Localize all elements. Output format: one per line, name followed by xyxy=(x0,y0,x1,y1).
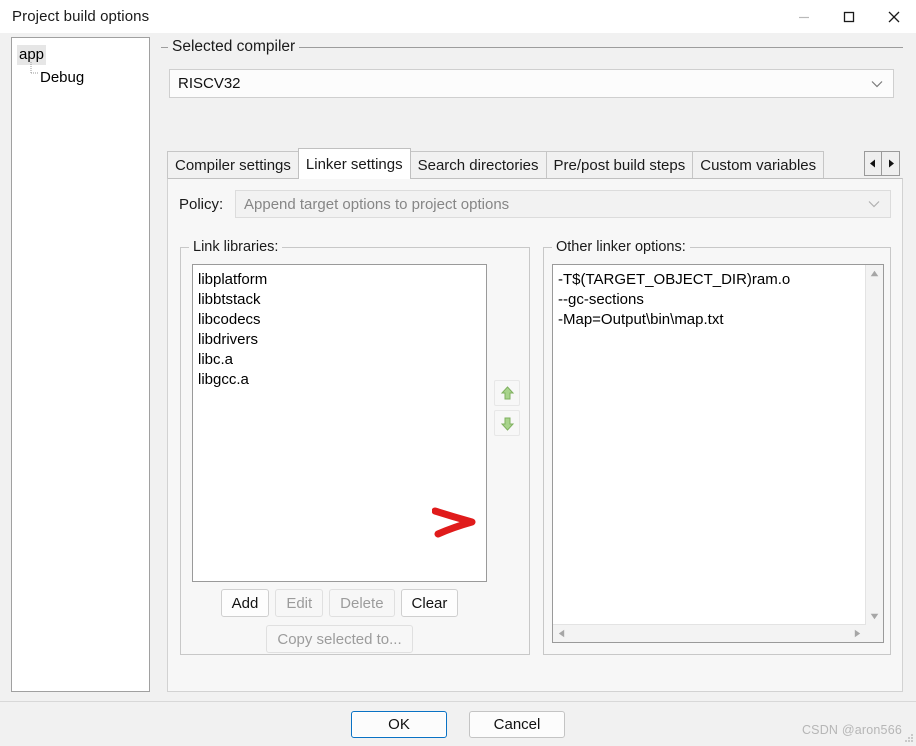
arrow-down-icon xyxy=(500,417,514,431)
selected-compiler-legend: Selected compiler xyxy=(168,38,300,56)
tab-compiler-settings[interactable]: Compiler settings xyxy=(167,151,299,179)
triangle-right-icon xyxy=(888,159,894,168)
tab-list: Compiler settings Linker settings Search… xyxy=(167,148,825,179)
footer-buttons: OK Cancel xyxy=(0,711,916,738)
tab-label: Search directories xyxy=(417,157,539,174)
triangle-right-icon xyxy=(854,629,861,638)
tab-pre-post-build-steps[interactable]: Pre/post build steps xyxy=(545,151,694,179)
title-bar: Project build options xyxy=(0,0,916,33)
triangle-left-icon xyxy=(558,629,565,638)
triangle-up-icon xyxy=(870,270,879,277)
ok-button[interactable]: OK xyxy=(351,711,447,738)
triangle-down-icon xyxy=(870,613,879,620)
option-line: -T$(TARGET_OBJECT_DIR)ram.o xyxy=(558,271,791,288)
tab-search-directories[interactable]: Search directories xyxy=(409,151,547,179)
watermark-text: CSDN @aron566 xyxy=(801,723,902,737)
main-region: Selected compiler RISCV32 Compiler setti… xyxy=(161,37,903,692)
reorder-controls xyxy=(494,380,520,440)
chevron-down-icon xyxy=(871,80,883,87)
list-item[interactable]: libdrivers xyxy=(198,330,486,350)
cancel-button[interactable]: Cancel xyxy=(469,711,565,738)
linker-settings-page: Policy: Append target options to project… xyxy=(167,178,903,692)
arrow-up-icon xyxy=(500,385,514,399)
tab-label: Compiler settings xyxy=(175,157,291,174)
move-up-button[interactable] xyxy=(494,380,520,406)
delete-button[interactable]: Delete xyxy=(329,589,395,617)
copy-selected-to-button[interactable]: Copy selected to... xyxy=(266,625,413,653)
option-line: --gc-sections xyxy=(558,291,644,308)
other-linker-options-content: -T$(TARGET_OBJECT_DIR)ram.o --gc-section… xyxy=(558,270,858,330)
tab-custom-variables[interactable]: Custom variables xyxy=(692,151,825,179)
compiler-select-value: RISCV32 xyxy=(178,75,241,92)
chevron-down-icon xyxy=(868,201,880,208)
move-down-button[interactable] xyxy=(494,410,520,436)
scrollbar-corner xyxy=(866,625,883,642)
link-libraries-group: Link libraries: libplatform libbtstack l… xyxy=(180,239,530,655)
tree-item-debug[interactable]: Debug xyxy=(40,68,84,88)
copy-selected-row: Copy selected to... xyxy=(192,625,487,653)
link-libraries-legend: Link libraries: xyxy=(189,239,283,255)
list-item[interactable]: libc.a xyxy=(198,350,486,370)
scroll-left-button[interactable] xyxy=(553,625,570,642)
project-tree[interactable]: app Debug xyxy=(11,37,150,692)
tree-connector-icon xyxy=(30,62,39,74)
maximize-button[interactable] xyxy=(826,0,871,33)
clear-button[interactable]: Clear xyxy=(400,589,459,617)
add-button[interactable]: Add xyxy=(220,589,270,617)
triangle-left-icon xyxy=(870,159,875,168)
selected-compiler-group: Selected compiler RISCV32 xyxy=(161,38,903,109)
tab-label: Linker settings xyxy=(305,155,403,173)
list-item[interactable]: libcodecs xyxy=(198,310,486,330)
close-button[interactable] xyxy=(871,0,916,33)
resize-grip-icon xyxy=(905,734,913,742)
compiler-select[interactable]: RISCV32 xyxy=(169,69,894,98)
scroll-down-button[interactable] xyxy=(866,608,883,625)
minimize-button[interactable] xyxy=(781,0,826,33)
policy-select[interactable]: Append target options to project options xyxy=(235,190,891,218)
tab-label: Pre/post build steps xyxy=(553,157,686,174)
other-linker-options-group: Other linker options: -T$(TARGET_OBJECT_… xyxy=(543,239,891,655)
tab-linker-settings[interactable]: Linker settings xyxy=(297,148,411,179)
window-title: Project build options xyxy=(12,8,150,25)
dialog-body: app Debug Selected compiler RISCV32 Comp… xyxy=(0,33,916,701)
tab-label: Custom variables xyxy=(700,157,817,174)
list-item[interactable]: libplatform xyxy=(198,270,486,290)
option-line: -Map=Output\bin\map.txt xyxy=(558,311,724,328)
list-item[interactable]: libgcc.a xyxy=(198,370,486,390)
scroll-up-button[interactable] xyxy=(866,265,883,282)
edit-button[interactable]: Edit xyxy=(275,589,324,617)
vertical-scrollbar[interactable] xyxy=(865,265,883,625)
other-linker-options-legend: Other linker options: xyxy=(552,239,690,255)
policy-label: Policy: xyxy=(179,196,224,213)
policy-select-value: Append target options to project options xyxy=(244,195,510,213)
window-controls xyxy=(781,0,916,33)
link-libraries-buttons: Add Edit Delete Clear xyxy=(192,589,487,617)
horizontal-scrollbar[interactable] xyxy=(553,624,866,642)
tab-scroll-left-button[interactable] xyxy=(865,152,882,175)
tab-scroll-right-button[interactable] xyxy=(882,152,899,175)
link-libraries-listbox[interactable]: libplatform libbtstack libcodecs libdriv… xyxy=(192,264,487,582)
list-item[interactable]: libbtstack xyxy=(198,290,486,310)
dialog-footer: OK Cancel CSDN @aron566 xyxy=(0,701,916,746)
tab-strip: Compiler settings Linker settings Search… xyxy=(161,148,903,179)
tab-scroll-controls xyxy=(864,151,900,176)
other-linker-options-textarea[interactable]: -T$(TARGET_OBJECT_DIR)ram.o --gc-section… xyxy=(552,264,884,643)
scroll-right-button[interactable] xyxy=(849,625,866,642)
